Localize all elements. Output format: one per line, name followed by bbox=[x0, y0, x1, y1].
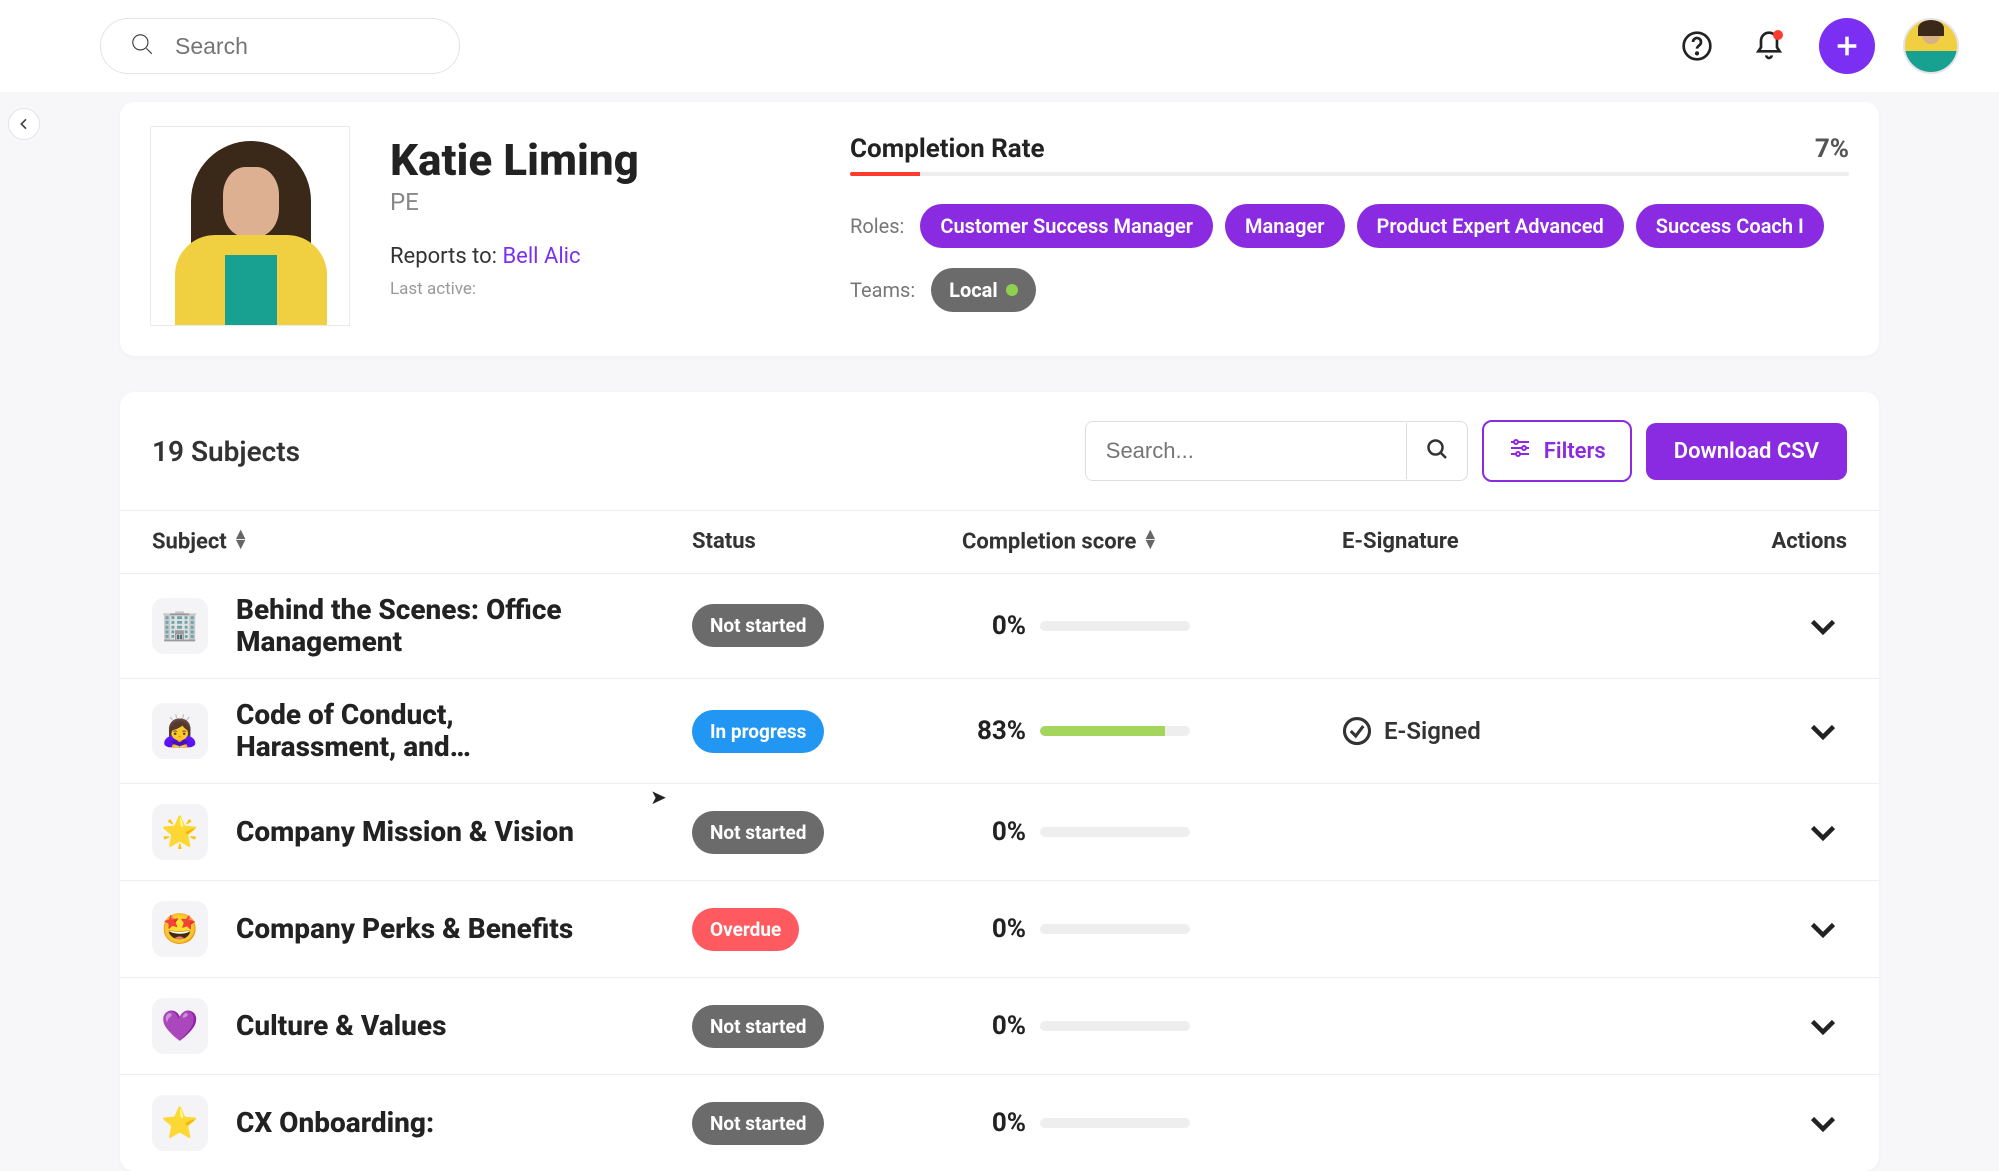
teams-label: Teams: bbox=[850, 278, 915, 302]
subjects-count: 19 Subjects bbox=[152, 435, 1085, 468]
roles-row: Roles: Customer Success Manager Manager Pr… bbox=[850, 204, 1849, 248]
subject-icon: 🏢 bbox=[152, 598, 208, 654]
status-badge: Not started bbox=[692, 1102, 824, 1145]
col-esig: E-Signature bbox=[1342, 529, 1692, 554]
status-badge: Overdue bbox=[692, 908, 799, 951]
global-search[interactable] bbox=[100, 18, 460, 74]
completion-score: 0% bbox=[962, 611, 1342, 641]
teams-row: Teams: Local bbox=[850, 268, 1849, 312]
completion-rate-label: Completion Rate bbox=[850, 134, 1045, 164]
subject-icon: 💜 bbox=[152, 998, 208, 1054]
completion-rate-value: 7% bbox=[1815, 134, 1849, 164]
table-row: 🌟 Company Mission & Vision Not started 0% bbox=[120, 783, 1879, 880]
subject-title[interactable]: Code of Conduct, Harassment, and… bbox=[236, 699, 616, 763]
subject-icon: 🌟 bbox=[152, 804, 208, 860]
table-row: ⭐ CX Onboarding: Not started 0% bbox=[120, 1074, 1879, 1171]
help-button[interactable] bbox=[1675, 24, 1719, 68]
expand-row-button[interactable] bbox=[1799, 602, 1847, 650]
col-actions: Actions bbox=[1692, 529, 1847, 554]
reports-to: Reports to: Bell Alic bbox=[390, 244, 810, 269]
subject-icon: 🤩 bbox=[152, 901, 208, 957]
status-badge: Not started bbox=[692, 604, 824, 647]
global-search-input[interactable] bbox=[175, 33, 471, 60]
expand-row-button[interactable] bbox=[1799, 808, 1847, 856]
subjects-search-button[interactable] bbox=[1406, 423, 1467, 479]
role-pill[interactable]: Success Coach I bbox=[1636, 204, 1824, 248]
notifications-button[interactable] bbox=[1747, 24, 1791, 68]
add-button[interactable] bbox=[1819, 18, 1875, 74]
subject-title[interactable]: Company Perks & Benefits bbox=[236, 913, 573, 945]
subject-icon: ⭐ bbox=[152, 1095, 208, 1151]
profile-card: Katie Liming PE Reports to: Bell Alic La… bbox=[120, 102, 1879, 356]
last-active-label: Last active: bbox=[390, 279, 810, 299]
completion-score: 0% bbox=[962, 1108, 1342, 1138]
subject-title[interactable]: Culture & Values bbox=[236, 1010, 447, 1042]
table-row: 🙇‍♀️ Code of Conduct, Harassment, and… In … bbox=[120, 678, 1879, 783]
status-badge: Not started bbox=[692, 811, 824, 854]
completion-score: 0% bbox=[962, 914, 1342, 944]
table-row: 🏢 Behind the Scenes: Office Management Not… bbox=[120, 573, 1879, 678]
subject-icon: 🙇‍♀️ bbox=[152, 703, 208, 759]
filters-button[interactable]: Filters bbox=[1482, 420, 1632, 482]
role-pill[interactable]: Customer Success Manager bbox=[920, 204, 1213, 248]
profile-subtitle: PE bbox=[390, 188, 810, 216]
expand-row-button[interactable] bbox=[1799, 707, 1847, 755]
subject-title[interactable]: Behind the Scenes: Office Management bbox=[236, 594, 616, 658]
role-pill[interactable]: Manager bbox=[1225, 204, 1345, 248]
completion-rate-bar bbox=[850, 172, 1849, 176]
col-subject[interactable]: Subject▲▼ bbox=[152, 529, 692, 555]
team-pill[interactable]: Local bbox=[931, 268, 1036, 312]
col-score[interactable]: Completion score▲▼ bbox=[962, 529, 1342, 555]
completion-score: 83% bbox=[962, 716, 1342, 746]
notification-dot-icon bbox=[1773, 30, 1783, 40]
completion-score: 0% bbox=[962, 1011, 1342, 1041]
subject-title[interactable]: CX Onboarding: bbox=[236, 1107, 434, 1139]
expand-row-button[interactable] bbox=[1799, 1002, 1847, 1050]
download-csv-button[interactable]: Download CSV bbox=[1646, 423, 1847, 480]
profile-name: Katie Liming bbox=[390, 134, 810, 186]
subjects-search-input[interactable] bbox=[1086, 422, 1406, 480]
subjects-card: 19 Subjects Filters Download CSV Subject… bbox=[120, 392, 1879, 1171]
subjects-search[interactable] bbox=[1085, 421, 1468, 481]
esignature-cell: E-Signed bbox=[1342, 716, 1692, 746]
sort-icon: ▲▼ bbox=[1142, 529, 1158, 548]
search-icon bbox=[129, 31, 155, 61]
table-row: 🤩 Company Perks & Benefits Overdue 0% bbox=[120, 880, 1879, 977]
subject-title[interactable]: Company Mission & Vision bbox=[236, 816, 574, 848]
status-badge: In progress bbox=[692, 710, 824, 753]
table-header: Subject▲▼ Status Completion score▲▼ E-Si… bbox=[120, 510, 1879, 573]
user-avatar[interactable] bbox=[1903, 18, 1959, 74]
table-row: 💜 Culture & Values Not started 0% bbox=[120, 977, 1879, 1074]
reports-to-link[interactable]: Bell Alic bbox=[502, 244, 580, 269]
col-status: Status bbox=[692, 529, 962, 554]
back-button[interactable] bbox=[8, 108, 40, 140]
team-status-dot-icon bbox=[1006, 284, 1018, 296]
expand-row-button[interactable] bbox=[1799, 905, 1847, 953]
filters-label: Filters bbox=[1544, 439, 1606, 464]
sliders-icon bbox=[1508, 436, 1532, 466]
completion-score: 0% bbox=[962, 817, 1342, 847]
reports-to-label: Reports to: bbox=[390, 244, 502, 269]
status-badge: Not started bbox=[692, 1005, 824, 1048]
sort-icon: ▲▼ bbox=[233, 529, 249, 548]
roles-label: Roles: bbox=[850, 214, 904, 238]
top-bar bbox=[0, 0, 1999, 92]
profile-photo bbox=[150, 126, 350, 326]
role-pill[interactable]: Product Expert Advanced bbox=[1357, 204, 1624, 248]
expand-row-button[interactable] bbox=[1799, 1099, 1847, 1147]
